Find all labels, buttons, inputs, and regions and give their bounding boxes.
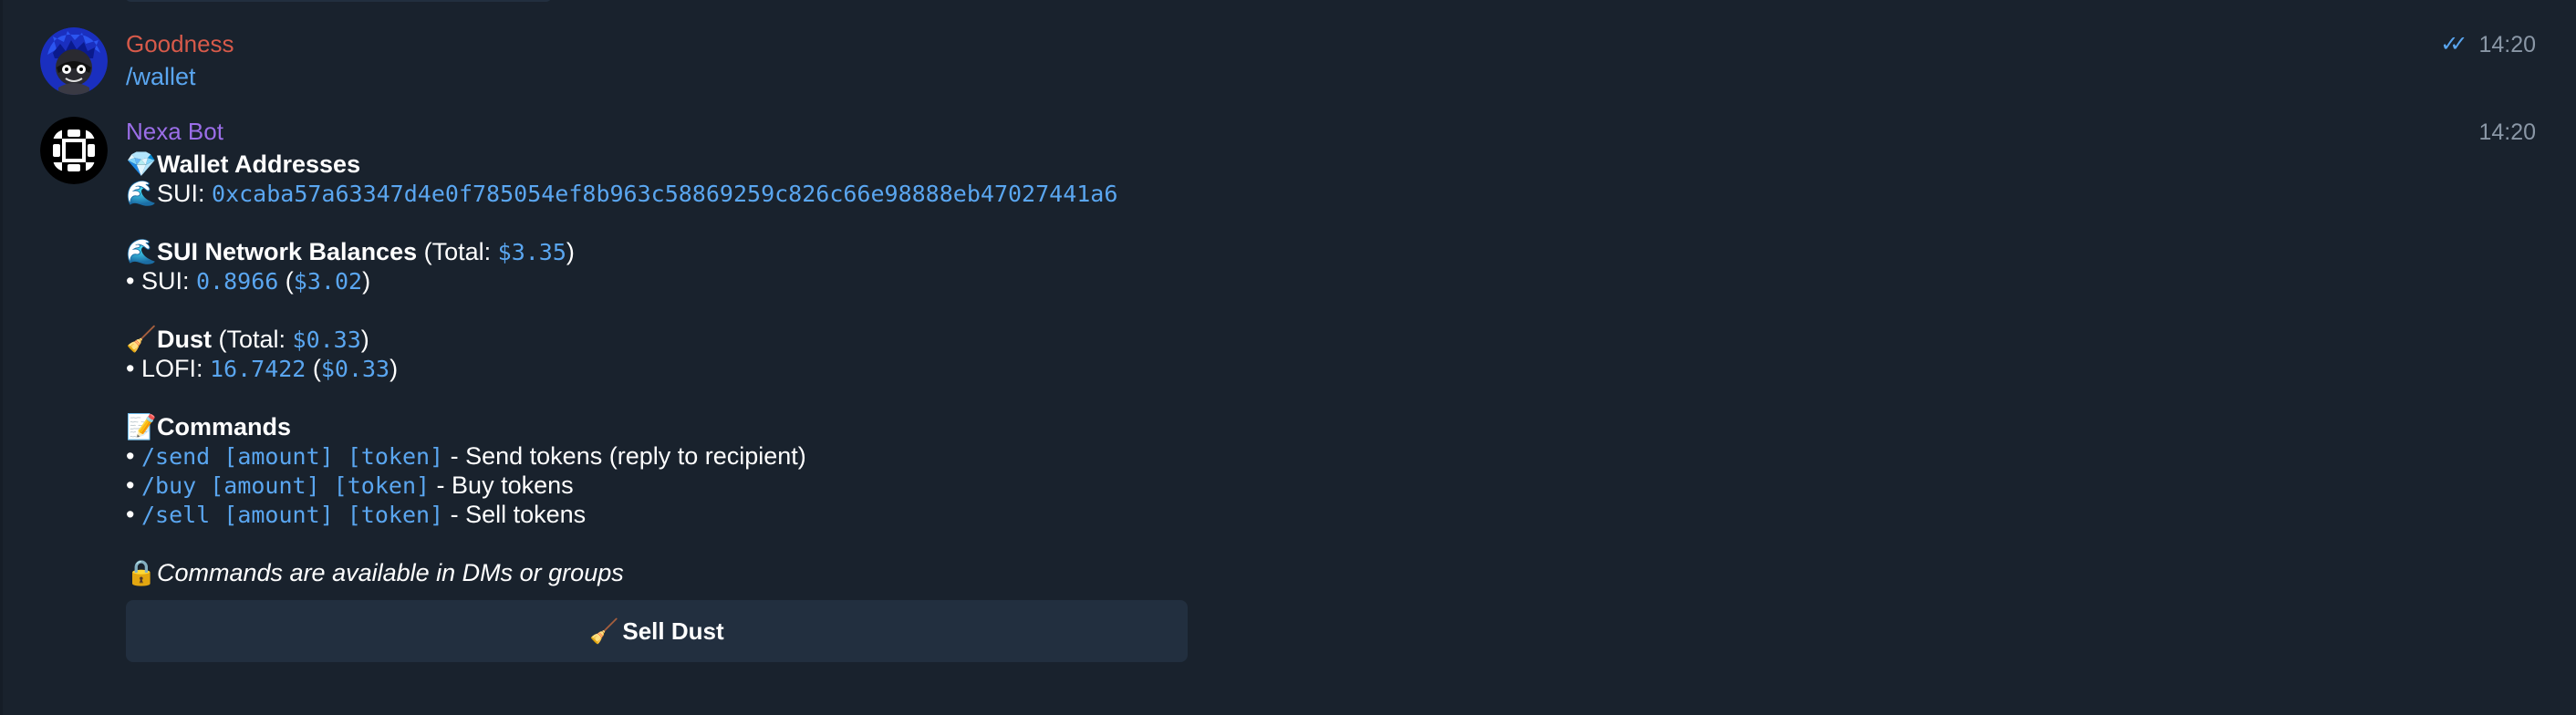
sidebar-divider [0, 0, 3, 715]
sender-name[interactable]: Nexa Bot [126, 117, 223, 146]
commands-heading-text: Commands [157, 413, 292, 440]
previous-inline-button[interactable] [126, 0, 551, 2]
avatar[interactable] [40, 27, 108, 95]
total-suffix: ) [360, 326, 369, 353]
double-check-icon: ✓✓ [2440, 32, 2467, 57]
token-label: SUI: [140, 267, 196, 295]
command-link[interactable]: /wallet [126, 63, 196, 90]
dust-item-lofi: • LOFI: 16.7422 ($0.33) [126, 354, 1117, 383]
lock-icon: 🔒 [126, 559, 157, 586]
wave-icon: 🌊 [126, 238, 157, 265]
message-time: 14:20 [2478, 118, 2536, 147]
sell-dust-button[interactable]: 🧹 Sell Dust [126, 600, 1188, 662]
sender-name[interactable]: Goodness [126, 29, 234, 58]
token-usd[interactable]: $3.02 [294, 268, 362, 295]
dust-heading: 🧹Dust (Total: $0.33) [126, 325, 1117, 354]
message-body: 💎Wallet Addresses 🌊SUI: 0xcaba57a63347d4… [126, 150, 1117, 587]
token-label: LOFI: [140, 355, 210, 382]
dust-heading-text: Dust [157, 326, 212, 353]
command-desc: - Send tokens (reply to recipient) [443, 442, 806, 470]
total-prefix: (Total: [212, 326, 293, 353]
wallet-address-line: 🌊SUI: 0xcaba57a63347d4e0f785054ef8b963c5… [126, 179, 1117, 208]
time-text: 14:20 [2478, 32, 2536, 57]
token-usd[interactable]: $0.33 [321, 356, 390, 382]
command-item: • /sell [amount] [token] - Sell tokens [126, 500, 1117, 529]
dust-total[interactable]: $0.33 [293, 326, 361, 353]
wallet-heading: 💎Wallet Addresses [126, 150, 1117, 179]
message-time: ✓✓ 14:20 [2440, 30, 2536, 59]
bullet: • [126, 501, 141, 528]
broom-icon: 🧹 [589, 617, 619, 645]
command-code[interactable]: /send [amount] [token] [141, 443, 443, 470]
wave-icon: 🌊 [126, 180, 157, 207]
total-prefix: (Total: [417, 238, 498, 265]
bullet: • [126, 355, 141, 382]
sender-name-text[interactable]: Nexa Bot [126, 118, 223, 145]
avatar[interactable] [40, 117, 108, 184]
token-amount[interactable]: 16.7422 [210, 356, 306, 382]
bullet: • [126, 442, 141, 470]
balances-total[interactable]: $3.35 [498, 239, 566, 265]
bullet: • [126, 267, 141, 295]
total-suffix: ) [566, 238, 575, 265]
gem-icon: 💎 [126, 150, 157, 178]
command-desc: - Buy tokens [430, 471, 574, 499]
commands-heading: 📝Commands [126, 412, 1117, 441]
balances-heading: 🌊SUI Network Balances (Total: $3.35) [126, 237, 1117, 266]
chat-view: Goodness ✓✓ 14:20 /wallet Nexa Bot 14:20… [0, 0, 2576, 715]
bot-avatar-image [40, 117, 108, 184]
note-line: 🔒Commands are available in DMs or groups [126, 558, 1117, 587]
command-code[interactable]: /buy [amount] [token] [141, 472, 430, 499]
command-desc: - Sell tokens [443, 501, 587, 528]
broom-icon: 🧹 [126, 326, 157, 353]
command-item: • /buy [amount] [token] - Buy tokens [126, 471, 1117, 500]
note-text: Commands are available in DMs or groups [157, 559, 624, 586]
time-text: 14:20 [2478, 119, 2536, 145]
paren-close: ) [390, 355, 399, 382]
command-code[interactable]: /sell [amount] [token] [141, 502, 443, 528]
sender-name-text[interactable]: Goodness [126, 30, 234, 57]
wallet-heading-text: Wallet Addresses [157, 150, 361, 178]
bullet: • [126, 471, 141, 499]
balances-heading-text: SUI Network Balances [157, 238, 418, 265]
message-body: /wallet [126, 62, 196, 91]
sui-address[interactable]: 0xcaba57a63347d4e0f785054ef8b963c5886925… [212, 181, 1117, 207]
sell-dust-label: Sell Dust [622, 617, 724, 645]
paren-open: ( [278, 267, 294, 295]
sui-label: SUI: [157, 180, 213, 207]
paren-open: ( [306, 355, 321, 382]
user-avatar-image [40, 27, 108, 95]
token-amount[interactable]: 0.8966 [196, 268, 278, 295]
command-item: • /send [amount] [token] - Send tokens (… [126, 441, 1117, 471]
paren-close: ) [362, 267, 371, 295]
balance-item-sui: • SUI: 0.8966 ($3.02) [126, 266, 1117, 295]
memo-icon: 📝 [126, 413, 157, 440]
